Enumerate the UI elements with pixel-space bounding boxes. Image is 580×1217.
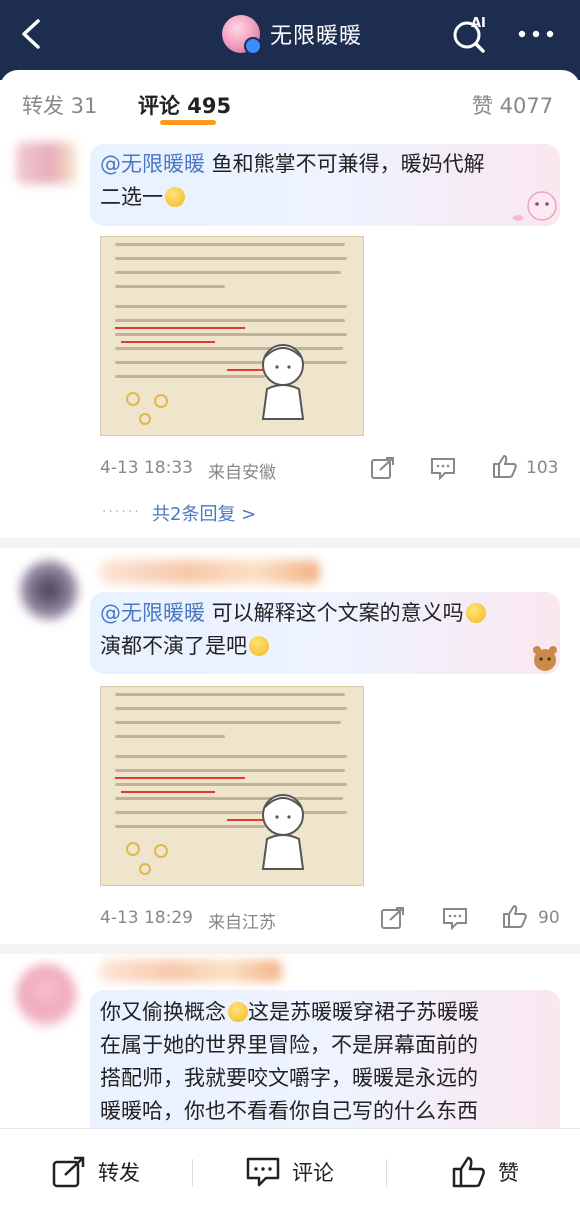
doodle-girl-icon (261, 344, 305, 420)
tab-active-indicator (160, 120, 216, 125)
bear-decoration-icon (533, 646, 557, 671)
reply-dots: ······ (102, 504, 141, 520)
repost-button[interactable]: 转发 (52, 1155, 140, 1189)
like-label: 赞 (498, 1161, 519, 1185)
bottom-action-bar: 转发 评论 赞 (0, 1128, 580, 1217)
commenter-avatar[interactable] (16, 142, 76, 184)
comment-text-line3: 搭配师，我就要咬文嚼字，暖暖是永远的 (100, 1066, 478, 1090)
top-nav-bar: 无限暖暖 AI (0, 0, 580, 80)
ai-search-icon[interactable]: AI (450, 14, 490, 54)
tab-bar: 转发 31 评论 495 赞 4077 (0, 70, 580, 140)
reply-icon[interactable] (442, 906, 468, 930)
bottom-bar-divider (192, 1159, 193, 1187)
tab-reposts[interactable]: 转发 31 (22, 90, 97, 120)
ai-label: AI (471, 16, 486, 31)
comment-text: @无限暖暖 可以解释这个文案的意义吗 (100, 597, 486, 630)
comment-timestamp: 4-13 18:33 (100, 458, 193, 478)
bubble-decoration-icon (512, 191, 557, 221)
account-title[interactable]: 无限暖暖 (222, 14, 363, 55)
comment-text-line2: 在属于她的世界里冒险，不是屏幕面前的 (100, 1033, 478, 1057)
comment-timestamp: 4-13 18:29 (100, 908, 193, 928)
commenter-avatar[interactable] (20, 560, 78, 620)
comment-button[interactable]: 评论 (246, 1155, 334, 1189)
thumbs-up-icon (452, 1156, 485, 1188)
flower-doodle-icon (126, 842, 168, 875)
commenter-name[interactable] (100, 960, 282, 982)
comment-location: 来自安徽 (208, 463, 276, 483)
content-sheet: 转发 31 评论 495 赞 4077 @无限暖暖 鱼和熊掌不可兼得，暖妈代解 … (0, 70, 580, 1217)
grin-emoji-icon (165, 187, 185, 207)
mention-link[interactable]: @无限暖暖 (100, 152, 205, 176)
page-title: 无限暖暖 (270, 24, 363, 49)
comment-divider (0, 944, 580, 954)
repost-icon (52, 1156, 85, 1188)
comment-image[interactable] (100, 686, 364, 886)
comment-location: 来自江苏 (208, 913, 276, 933)
flower-doodle-icon (126, 392, 168, 425)
comment-divider (0, 538, 580, 548)
doodle-girl-icon (261, 794, 305, 870)
share-icon[interactable] (380, 906, 406, 930)
share-icon[interactable] (370, 456, 396, 480)
comment-text: 你又偷换概念 这是苏暖暖穿裙子苏暖暖 (100, 1000, 479, 1024)
view-replies-link[interactable]: 共2条回复 > (152, 500, 256, 526)
commenter-name[interactable] (100, 560, 320, 584)
like-count: 103 (526, 458, 559, 478)
comment-text-line2: 二选一 (100, 181, 185, 214)
back-arrow-icon[interactable] (18, 18, 46, 50)
comment-image[interactable] (100, 236, 364, 436)
reply-icon[interactable] (430, 456, 456, 480)
like-icon[interactable] (492, 454, 518, 478)
commenter-avatar[interactable] (16, 964, 76, 1026)
bottom-bar-divider (386, 1159, 387, 1187)
comment-icon (246, 1157, 280, 1187)
more-options-icon[interactable] (516, 24, 556, 44)
comment-text-line2: 演都不演了是吧 (100, 630, 269, 663)
comment-text-line4: 暖暖哈，你也不看看你自己写的什么东西 (100, 1099, 478, 1123)
tab-comments[interactable]: 评论 495 (138, 90, 231, 120)
like-button[interactable]: 赞 (452, 1155, 519, 1189)
like-icon[interactable] (502, 904, 528, 928)
tab-likes[interactable]: 赞 4077 (472, 90, 553, 120)
verified-badge-icon (244, 37, 262, 55)
repost-label: 转发 (98, 1161, 140, 1185)
thinking-emoji-icon (228, 1002, 248, 1022)
account-avatar (222, 15, 262, 55)
smile-emoji-icon (465, 603, 486, 623)
mention-link[interactable]: @无限暖暖 (100, 601, 205, 625)
comment-label: 评论 (292, 1161, 334, 1185)
like-count: 90 (538, 908, 560, 928)
smile-emoji-icon (249, 636, 269, 656)
comment-text: @无限暖暖 鱼和熊掌不可兼得，暖妈代解 (100, 152, 485, 176)
